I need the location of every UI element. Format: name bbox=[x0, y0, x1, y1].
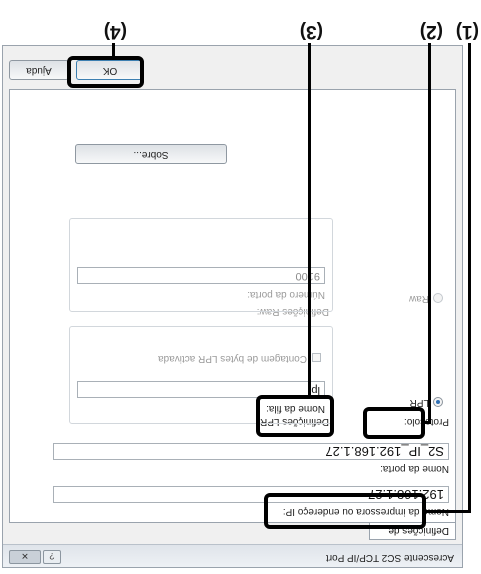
lpr-radio[interactable] bbox=[433, 397, 443, 407]
raw-radio[interactable] bbox=[433, 293, 443, 303]
callout-box-3 bbox=[256, 395, 334, 437]
close-icon[interactable]: ✕ bbox=[9, 550, 41, 564]
help-icon[interactable]: ? bbox=[43, 550, 61, 564]
dialog-title: Acrescente SC2 TCP/IP Port bbox=[325, 552, 454, 563]
title-bar: Acrescente SC2 TCP/IP Port ? ✕ bbox=[3, 544, 462, 567]
port-name-input[interactable]: S2_IP_192.168.1.27 bbox=[53, 443, 449, 460]
port-dialog: Acrescente SC2 TCP/IP Port ? ✕ Definiçõe… bbox=[2, 45, 463, 568]
raw-option-label: Raw bbox=[408, 293, 429, 304]
callout-box-2 bbox=[363, 407, 425, 439]
leader-line-1-h bbox=[425, 510, 471, 513]
callout-label-3: (3) bbox=[299, 21, 323, 42]
settings-panel: Nome da impressora ou endereço IP: 192.1… bbox=[9, 89, 456, 523]
port-number-label: Número da porta: bbox=[247, 289, 325, 300]
callout-box-1 bbox=[264, 493, 426, 529]
leader-line-1-v bbox=[468, 43, 471, 513]
help-button[interactable]: Ajuda bbox=[9, 60, 69, 80]
rotated-screenshot: Acrescente SC2 TCP/IP Port ? ✕ Definiçõe… bbox=[0, 0, 481, 574]
callout-label-4: (4) bbox=[103, 21, 127, 42]
port-name-label: Nome da porta: bbox=[380, 463, 449, 474]
port-number-input[interactable]: 9100 bbox=[77, 267, 325, 284]
callout-label-1: (1) bbox=[455, 21, 479, 42]
callout-label-2: (2) bbox=[419, 21, 443, 42]
byte-count-label: Contagem de bytes LPR activada bbox=[158, 353, 307, 364]
leader-line-2-v bbox=[428, 43, 431, 424]
leader-line-4 bbox=[112, 43, 115, 57]
leader-line-3 bbox=[308, 43, 311, 396]
callout-box-4 bbox=[67, 56, 144, 88]
byte-count-checkbox[interactable] bbox=[312, 353, 321, 362]
about-button[interactable]: Sobre... bbox=[75, 144, 227, 164]
